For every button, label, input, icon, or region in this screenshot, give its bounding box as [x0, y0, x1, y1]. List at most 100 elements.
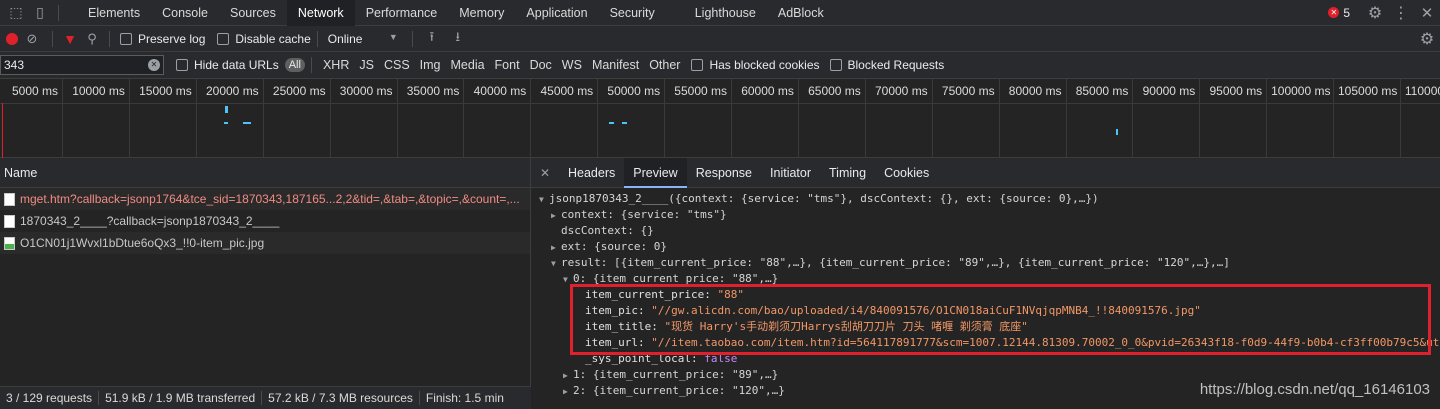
- error-count: 5: [1343, 5, 1350, 20]
- search-icon[interactable]: ⚲: [81, 31, 103, 47]
- filter-manifest[interactable]: Manifest: [587, 58, 644, 72]
- expand-arrow-icon[interactable]: ▼: [539, 192, 549, 207]
- expand-arrow-icon[interactable]: ▼: [551, 256, 561, 271]
- tree-key: item_pic:: [585, 304, 652, 317]
- tree-key: _sys_point_local:: [585, 352, 705, 365]
- filter-font[interactable]: Font: [490, 58, 525, 72]
- preview-tree: ▼ jsonp1870343_2____({context: {service: …: [531, 188, 1440, 399]
- request-count: 3 / 129 requests: [0, 391, 100, 405]
- timeline-gridline: [396, 79, 398, 158]
- timeline-gridline: [1199, 79, 1201, 158]
- tab-application[interactable]: Application: [515, 0, 598, 26]
- import-har-icon[interactable]: ⭱: [419, 28, 445, 50]
- tree-node-ext[interactable]: ▶ ext: {source: 0}: [531, 239, 1440, 255]
- collapse-arrow-icon[interactable]: ▶: [551, 240, 561, 255]
- tab-elements[interactable]: Elements: [77, 0, 151, 26]
- has-blocked-cookies-checkbox[interactable]: Has blocked cookies: [691, 58, 820, 72]
- tree-node-text: dscContext: {}: [561, 224, 654, 237]
- tree-node-context[interactable]: ▶ context: {service: "tms"}: [531, 207, 1440, 223]
- timeline-gridline: [1400, 79, 1401, 158]
- timeline-gridline: [797, 79, 799, 158]
- filter-js[interactable]: JS: [354, 58, 379, 72]
- tree-node-text: 1: {item_current_price: "89",…}: [573, 368, 779, 381]
- request-row[interactable]: O1CN01j1Wvxl1bDtue6oQx3_!!0-item_pic.jpg: [0, 232, 530, 254]
- device-toolbar-icon[interactable]: ▯: [28, 4, 52, 21]
- disable-cache-checkbox[interactable]: Disable cache: [217, 32, 311, 46]
- filter-other[interactable]: Other: [644, 58, 685, 72]
- devtools-tabbar: ⬚ ▯ Elements Console Sources Network Per…: [0, 0, 1440, 26]
- close-icon[interactable]: ✕: [1414, 4, 1440, 22]
- request-details: ✕ Headers Preview Response Initiator Tim…: [531, 157, 1440, 409]
- filter-icon[interactable]: ▼: [59, 31, 81, 47]
- request-name: 1870343_2____?callback=jsonp1870343_2___…: [20, 214, 280, 228]
- divider: [411, 30, 413, 47]
- filter-all-button[interactable]: All: [284, 58, 305, 72]
- tree-node-result[interactable]: ▼ result: [{item_current_price: "88",…}, …: [531, 255, 1440, 271]
- request-row[interactable]: mget.htm?callback=jsonp1764&tce_sid=1870…: [0, 188, 530, 210]
- filter-input[interactable]: 343 ✕: [0, 55, 164, 75]
- timeline-tick-label: 15000 ms: [139, 84, 192, 98]
- collapse-arrow-icon[interactable]: ▶: [551, 208, 561, 223]
- tab-network[interactable]: Network: [286, 0, 355, 26]
- filter-xhr[interactable]: XHR: [318, 58, 354, 72]
- timeline-gridline: [597, 79, 599, 158]
- tab-console[interactable]: Console: [151, 0, 219, 26]
- tab-performance[interactable]: Performance: [355, 0, 449, 26]
- request-row[interactable]: 1870343_2____?callback=jsonp1870343_2___…: [0, 210, 530, 232]
- filter-css[interactable]: CSS: [379, 58, 415, 72]
- tree-node-text: result: [{item_current_price: "88",…}, {…: [561, 256, 1230, 269]
- close-details-icon[interactable]: ✕: [531, 166, 559, 180]
- filter-doc[interactable]: Doc: [525, 58, 557, 72]
- tab-cookies[interactable]: Cookies: [875, 158, 938, 188]
- collapse-arrow-icon[interactable]: ▶: [563, 368, 573, 383]
- image-file-icon: [4, 236, 15, 250]
- preserve-log-checkbox[interactable]: Preserve log: [120, 32, 205, 46]
- tab-sources[interactable]: Sources: [219, 0, 287, 26]
- export-har-icon[interactable]: ⭳: [445, 28, 471, 50]
- tab-response[interactable]: Response: [687, 158, 761, 188]
- inspect-icon[interactable]: ⬚: [4, 4, 28, 21]
- expand-arrow-icon[interactable]: ▼: [563, 272, 573, 287]
- record-icon[interactable]: [6, 32, 18, 45]
- timeline-bar: [243, 122, 251, 124]
- timeline-tick-label: 40000 ms: [473, 84, 527, 98]
- request-name: O1CN01j1Wvxl1bDtue6oQx3_!!0-item_pic.jpg: [20, 236, 265, 250]
- timeline-gridline: [329, 79, 331, 158]
- tab-headers[interactable]: Headers: [559, 158, 624, 188]
- network-settings-gear-icon[interactable]: ⚙: [1414, 29, 1440, 49]
- network-toolbar: ⊘ ▼ ⚲ Preserve log Disable cache Online …: [0, 26, 1440, 52]
- name-column-header[interactable]: Name: [0, 158, 530, 188]
- collapse-arrow-icon[interactable]: ▶: [563, 384, 573, 399]
- clear-icon[interactable]: ⊘: [18, 31, 46, 47]
- tab-preview[interactable]: Preview: [624, 157, 687, 188]
- throttle-select[interactable]: Online ▼: [324, 32, 398, 46]
- timeline-bar: [1116, 129, 1118, 135]
- timeline-gridline: [1266, 79, 1268, 158]
- filter-ws[interactable]: WS: [557, 58, 587, 72]
- transferred-size: 51.9 kB / 1.9 MB transferred: [99, 391, 263, 405]
- clear-filter-icon[interactable]: ✕: [148, 59, 160, 71]
- timeline-gridline: [1065, 79, 1067, 158]
- hide-data-urls-checkbox[interactable]: Hide data URLs: [176, 58, 279, 72]
- blocked-requests-checkbox[interactable]: Blocked Requests: [829, 58, 944, 72]
- filter-media[interactable]: Media: [446, 58, 490, 72]
- timeline-gridline: [998, 79, 1000, 158]
- tab-lighthouse[interactable]: Lighthouse: [684, 0, 767, 26]
- gear-icon[interactable]: ⚙: [1362, 3, 1388, 23]
- tab-timing[interactable]: Timing: [820, 158, 875, 188]
- error-badge[interactable]: ✕ 5: [1328, 6, 1350, 20]
- tree-root[interactable]: ▼ jsonp1870343_2____({context: {service: …: [531, 191, 1440, 207]
- tab-adblock[interactable]: AdBlock: [767, 0, 835, 26]
- filter-img[interactable]: Img: [415, 58, 446, 72]
- timeline-overview[interactable]: 5000 ms 10000 ms 15000 ms 20000 ms 25000 ms 3…: [0, 79, 1440, 158]
- tab-memory[interactable]: Memory: [448, 0, 515, 26]
- timeline-tick-label: 30000 ms: [339, 84, 393, 98]
- tab-security[interactable]: Security: [599, 0, 666, 26]
- tab-initiator[interactable]: Initiator: [761, 158, 820, 188]
- tree-node-item-0[interactable]: ▼ 0: {item_current_price: "88",…}: [531, 271, 1440, 287]
- timeline-tick-label: 25000 ms: [272, 84, 326, 98]
- status-bar: 3 / 129 requests 51.9 kB / 1.9 MB transf…: [0, 386, 531, 409]
- timeline-tick-label: 75000 ms: [941, 84, 995, 98]
- divider: [58, 4, 59, 21]
- more-vert-icon[interactable]: ⋮: [1388, 3, 1414, 23]
